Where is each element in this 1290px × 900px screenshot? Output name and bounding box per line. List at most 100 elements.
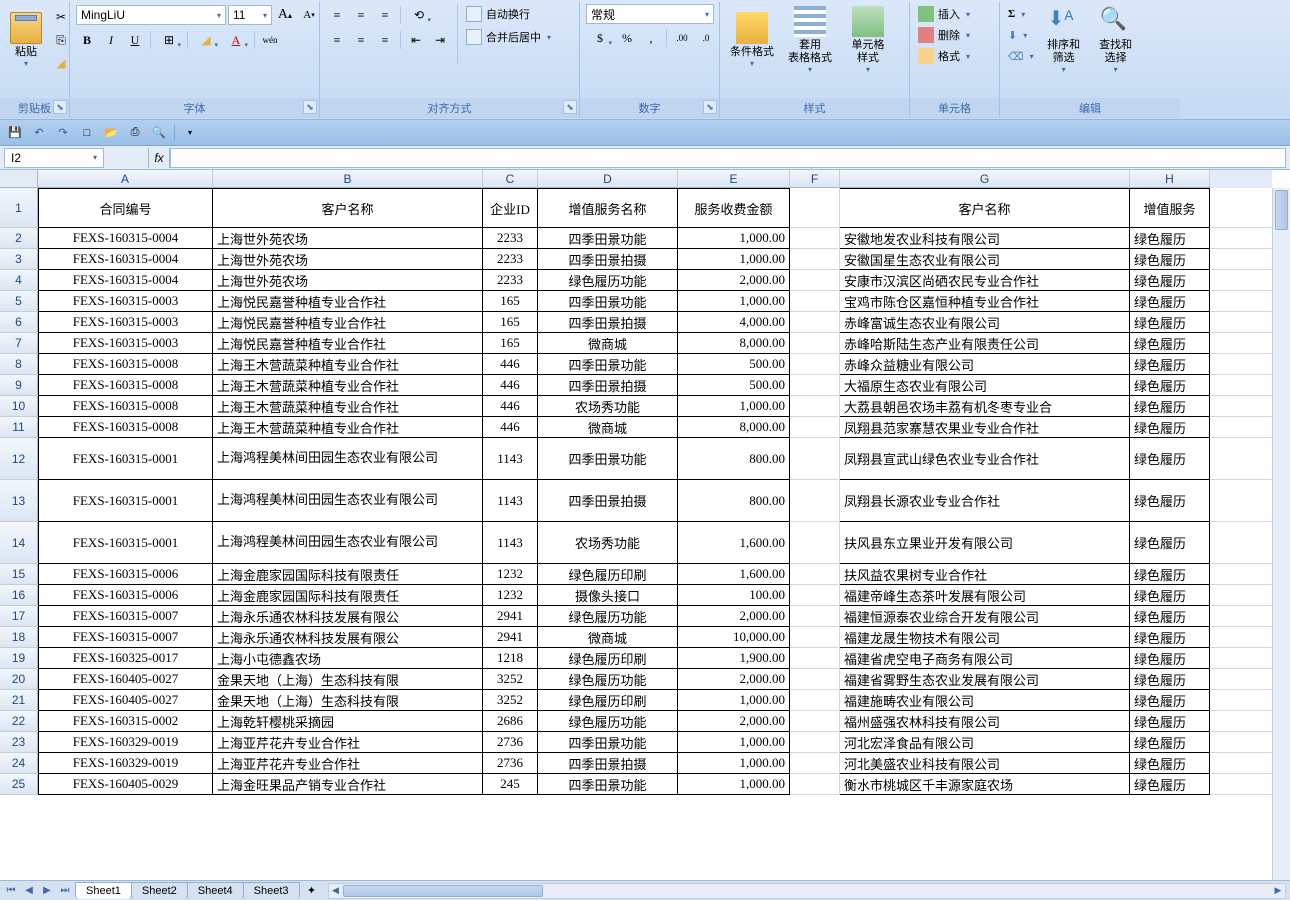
- data-cell[interactable]: 福建恒源泰农业综合开发有限公司: [840, 606, 1130, 627]
- data-cell[interactable]: 上海悦民嘉誉种植专业合作社: [213, 333, 483, 354]
- qat-undo-button[interactable]: ↶: [28, 123, 50, 143]
- data-cell[interactable]: 上海世外苑农场: [213, 249, 483, 270]
- data-cell[interactable]: 四季田景拍摄: [538, 249, 678, 270]
- data-cell[interactable]: 绿色履历: [1130, 291, 1210, 312]
- indent-increase-button[interactable]: ⇥: [429, 29, 451, 51]
- data-cell[interactable]: 上海金鹿家园国际科技有限责任: [213, 585, 483, 606]
- col-header-A[interactable]: A: [38, 170, 213, 188]
- font-dialog-launcher[interactable]: ⬊: [303, 100, 317, 114]
- data-cell[interactable]: [790, 312, 840, 333]
- grow-font-button[interactable]: A▴: [274, 4, 296, 26]
- data-cell[interactable]: 绿色履历: [1130, 732, 1210, 753]
- data-cell[interactable]: 绿色履历功能: [538, 669, 678, 690]
- vertical-scrollbar[interactable]: [1272, 188, 1290, 880]
- data-cell[interactable]: FEXS-160315-0004: [38, 228, 213, 249]
- data-cell[interactable]: FEXS-160315-0004: [38, 249, 213, 270]
- header-cell[interactable]: 客户名称: [213, 188, 483, 228]
- data-cell[interactable]: 1143: [483, 438, 538, 480]
- qat-save-button[interactable]: 💾: [4, 123, 26, 143]
- data-cell[interactable]: 凤翔县宣武山绿色农业专业合作社: [840, 438, 1130, 480]
- data-cell[interactable]: [790, 711, 840, 732]
- qat-new-button[interactable]: □: [76, 123, 98, 143]
- data-cell[interactable]: 福建省雾野生态农业发展有限公司: [840, 669, 1130, 690]
- data-cell[interactable]: 金果天地（上海）生态科技有限: [213, 669, 483, 690]
- data-cell[interactable]: 上海永乐通农林科技发展有限公: [213, 606, 483, 627]
- name-box[interactable]: I2▾: [4, 148, 104, 168]
- data-cell[interactable]: 800.00: [678, 438, 790, 480]
- data-cell[interactable]: [790, 396, 840, 417]
- col-header-E[interactable]: E: [678, 170, 790, 188]
- row-header[interactable]: 14: [0, 522, 38, 564]
- data-cell[interactable]: 安康市汉滨区尚硒农民专业合作社: [840, 270, 1130, 291]
- data-cell[interactable]: FEXS-160315-0003: [38, 312, 213, 333]
- data-cell[interactable]: 凤翔县长源农业专业合作社: [840, 480, 1130, 522]
- data-cell[interactable]: 绿色履历功能: [538, 711, 678, 732]
- row-header[interactable]: 21: [0, 690, 38, 711]
- data-cell[interactable]: 2941: [483, 606, 538, 627]
- row-header[interactable]: 11: [0, 417, 38, 438]
- header-cell[interactable]: 增值服务名称: [538, 188, 678, 228]
- row-header[interactable]: 22: [0, 711, 38, 732]
- align-center-button[interactable]: ≡: [350, 29, 372, 51]
- data-cell[interactable]: [790, 354, 840, 375]
- data-cell[interactable]: 绿色履历: [1130, 228, 1210, 249]
- data-cell[interactable]: 四季田景拍摄: [538, 312, 678, 333]
- data-cell[interactable]: FEXS-160329-0019: [38, 753, 213, 774]
- data-cell[interactable]: 上海鸿程美林间田园生态农业有限公司: [213, 522, 483, 564]
- data-cell[interactable]: 绿色履历: [1130, 774, 1210, 795]
- sheet-tab[interactable]: Sheet1: [75, 882, 132, 899]
- data-cell[interactable]: 2686: [483, 711, 538, 732]
- data-cell[interactable]: [790, 417, 840, 438]
- data-cell[interactable]: 446: [483, 396, 538, 417]
- data-cell[interactable]: FEXS-160315-0001: [38, 438, 213, 480]
- data-cell[interactable]: 赤峰富诚生态农业有限公司: [840, 312, 1130, 333]
- data-cell[interactable]: 绿色履历: [1130, 522, 1210, 564]
- data-cell[interactable]: 绿色履历印刷: [538, 564, 678, 585]
- row-header[interactable]: 16: [0, 585, 38, 606]
- data-cell[interactable]: 上海鸿程美林间田园生态农业有限公司: [213, 480, 483, 522]
- formula-input[interactable]: [170, 148, 1286, 168]
- data-cell[interactable]: 四季田景功能: [538, 438, 678, 480]
- row-header[interactable]: 17: [0, 606, 38, 627]
- data-cell[interactable]: 绿色履历: [1130, 627, 1210, 648]
- qat-open-button[interactable]: 📂: [100, 123, 122, 143]
- data-cell[interactable]: 农场秀功能: [538, 522, 678, 564]
- data-cell[interactable]: 上海王木营蔬菜种植专业合作社: [213, 354, 483, 375]
- data-cell[interactable]: 2233: [483, 228, 538, 249]
- col-header-G[interactable]: G: [840, 170, 1130, 188]
- data-cell[interactable]: FEXS-160315-0008: [38, 375, 213, 396]
- data-cell[interactable]: 上海金鹿家园国际科技有限责任: [213, 564, 483, 585]
- data-cell[interactable]: [790, 732, 840, 753]
- data-cell[interactable]: 上海世外苑农场: [213, 228, 483, 249]
- data-cell[interactable]: 上海悦民嘉誉种植专业合作社: [213, 312, 483, 333]
- scrollbar-thumb[interactable]: [1275, 190, 1288, 230]
- phonetic-button[interactable]: wén: [259, 29, 281, 51]
- clear-button[interactable]: ⌫▾: [1006, 46, 1036, 66]
- data-cell[interactable]: FEXS-160405-0029: [38, 774, 213, 795]
- decrease-decimal-button[interactable]: .0: [695, 27, 717, 49]
- data-cell[interactable]: 4,000.00: [678, 312, 790, 333]
- row-header[interactable]: 8: [0, 354, 38, 375]
- row-header[interactable]: 24: [0, 753, 38, 774]
- data-cell[interactable]: 上海王木营蔬菜种植专业合作社: [213, 375, 483, 396]
- data-cell[interactable]: 金果天地（上海）生态科技有限: [213, 690, 483, 711]
- data-cell[interactable]: 四季田景功能: [538, 774, 678, 795]
- data-cell[interactable]: 2,000.00: [678, 606, 790, 627]
- data-cell[interactable]: FEXS-160315-0001: [38, 522, 213, 564]
- row-header[interactable]: 12: [0, 438, 38, 480]
- row-header[interactable]: 25: [0, 774, 38, 795]
- data-cell[interactable]: 赤峰众益糖业有限公司: [840, 354, 1130, 375]
- autosum-button[interactable]: Σ▾: [1006, 4, 1036, 24]
- data-cell[interactable]: 165: [483, 291, 538, 312]
- fill-button[interactable]: ⬇▾: [1006, 25, 1036, 45]
- row-header[interactable]: 4: [0, 270, 38, 291]
- header-cell[interactable]: 增值服务: [1130, 188, 1210, 228]
- data-cell[interactable]: [790, 333, 840, 354]
- data-cell[interactable]: 2,000.00: [678, 270, 790, 291]
- data-cell[interactable]: FEXS-160315-0003: [38, 333, 213, 354]
- data-cell[interactable]: 河北宏泽食品有限公司: [840, 732, 1130, 753]
- data-cell[interactable]: 2736: [483, 753, 538, 774]
- row-header[interactable]: 19: [0, 648, 38, 669]
- delete-cells-button[interactable]: 删除▾: [916, 25, 972, 45]
- row-header[interactable]: 1: [0, 188, 38, 228]
